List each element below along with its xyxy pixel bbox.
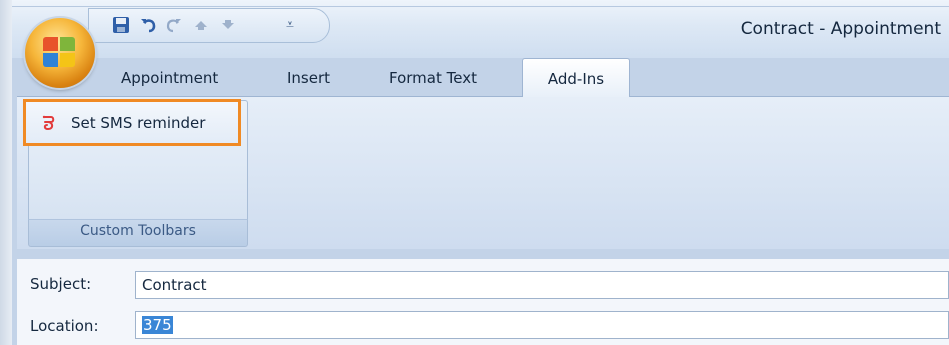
subject-label: Subject:: [30, 275, 92, 293]
window-frame-edge: [0, 0, 12, 345]
set-sms-reminder-button[interactable]: Set SMS reminder: [23, 99, 241, 146]
next-item-icon[interactable]: [217, 14, 239, 36]
quick-access-toolbar: ⩡: [88, 8, 330, 43]
set-sms-reminder-label: Set SMS reminder: [71, 113, 206, 132]
save-icon[interactable]: [110, 14, 132, 36]
location-field[interactable]: 375: [135, 311, 949, 339]
location-label: Location:: [30, 317, 99, 335]
undo-icon[interactable]: [137, 14, 159, 36]
title-bar-divider: [12, 6, 949, 7]
subject-value: Contract: [142, 276, 207, 294]
redo-icon[interactable]: [163, 14, 185, 36]
group-label: Custom Toolbars: [80, 223, 196, 239]
tab-insert[interactable]: Insert: [287, 62, 330, 95]
office-button[interactable]: [25, 18, 95, 88]
previous-item-icon[interactable]: [190, 14, 212, 36]
sms-reminder-icon: [38, 112, 60, 134]
window-title: Contract - Appointment: [740, 19, 941, 39]
tab-add-ins[interactable]: Add-Ins: [522, 58, 630, 97]
office-logo-icon: [43, 37, 77, 69]
tab-format-text[interactable]: Format Text: [389, 62, 477, 95]
subject-field[interactable]: Contract: [135, 271, 949, 299]
tab-appointment[interactable]: Appointment: [121, 62, 218, 95]
customize-toolbar-icon[interactable]: ⩡: [279, 14, 301, 36]
location-value: 375: [142, 316, 173, 334]
tab-add-ins-label: Add-Ins: [547, 70, 605, 88]
